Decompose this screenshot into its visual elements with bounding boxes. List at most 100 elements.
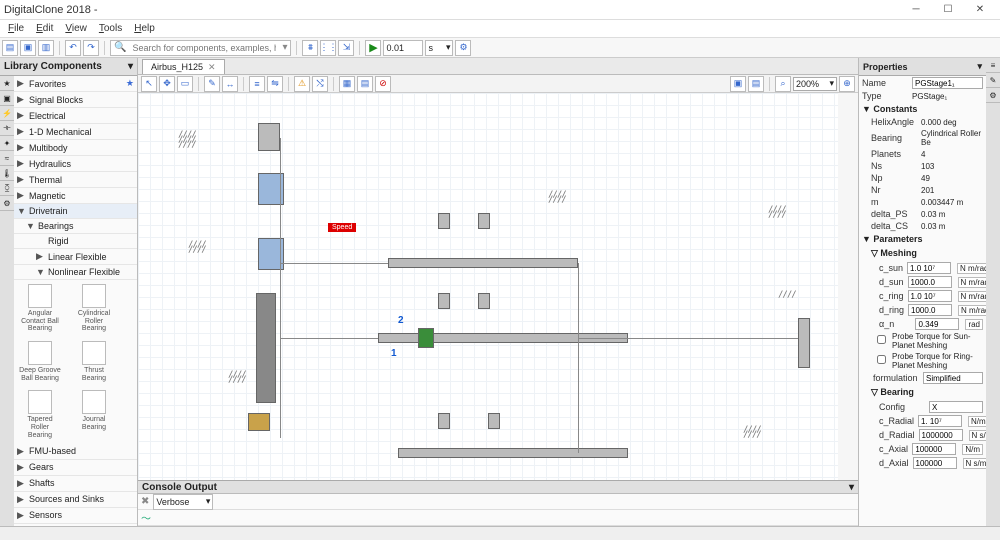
speed-tag[interactable]: Speed xyxy=(328,223,356,232)
open-button[interactable]: ▣ xyxy=(20,40,36,56)
fit-button[interactable]: ⌕ xyxy=(775,76,791,92)
formulation-input[interactable] xyxy=(923,372,983,384)
window-close-button[interactable]: ✕ xyxy=(964,1,996,19)
lib-cat-sources[interactable]: ▶Sources and Sinks xyxy=(14,492,137,508)
section-bearing[interactable]: ▽ Bearing xyxy=(859,385,986,400)
strip-elec-icon[interactable]: ⚡ xyxy=(0,106,14,121)
comp-angular-contact[interactable]: Angular Contact Ball Bearing xyxy=(18,284,62,333)
annotate-tool[interactable]: ✎ xyxy=(204,76,220,92)
menu-view[interactable]: View xyxy=(59,23,93,34)
section-meshing[interactable]: ▽ Meshing xyxy=(859,246,986,261)
pan-tool[interactable]: ✥ xyxy=(159,76,175,92)
lib-cat-multibody[interactable]: ▶Multibody xyxy=(14,140,137,156)
zoom-select[interactable]: 200%▾ xyxy=(793,77,837,91)
tab-airbus[interactable]: Airbus_H125 ✕ xyxy=(142,59,225,74)
cursor-tool[interactable]: ↖ xyxy=(141,76,157,92)
bearing-c_Axial-input[interactable] xyxy=(912,443,956,455)
section-constants[interactable]: ▼ Constants xyxy=(859,102,986,116)
shaft[interactable] xyxy=(256,293,276,403)
block[interactable] xyxy=(438,213,450,229)
bearing-c_Radial-input[interactable] xyxy=(918,415,962,427)
search-dropdown-icon[interactable]: ▾ xyxy=(279,42,290,53)
strip-other1-icon[interactable]: ✎ xyxy=(986,73,1000,88)
comp-cylindrical-roller[interactable]: Cylindrical Roller Bearing xyxy=(72,284,116,333)
lib-cat-electrical[interactable]: ▶Electrical xyxy=(14,108,137,124)
strip-magn-icon[interactable]: ⧲ xyxy=(0,181,14,196)
block[interactable] xyxy=(798,318,810,368)
search-input[interactable] xyxy=(129,41,279,55)
mesh-c_sun-input[interactable] xyxy=(907,262,951,274)
comp-journal[interactable]: Journal Bearing xyxy=(72,390,116,439)
menu-tools[interactable]: Tools xyxy=(93,23,128,34)
settings-button[interactable]: ⚙ xyxy=(455,40,471,56)
lib-cat-rigid[interactable]: Rigid xyxy=(14,234,137,249)
strip-other2-icon[interactable]: ⚙ xyxy=(986,88,1000,103)
view1-button[interactable]: ▣ xyxy=(730,76,746,92)
select-tool[interactable]: ▭ xyxy=(177,76,193,92)
prop-name-input[interactable] xyxy=(912,77,983,89)
sim-time-field[interactable]: 0.01 xyxy=(383,40,423,56)
block[interactable] xyxy=(478,213,490,229)
bearing-Config-input[interactable] xyxy=(929,401,983,413)
strip-properties-icon[interactable]: ≡ xyxy=(986,58,1000,73)
probe-ring-checkbox[interactable] xyxy=(877,355,886,364)
sim-unit-select[interactable]: s▾ xyxy=(425,40,453,56)
align-tool[interactable]: ≡ xyxy=(249,76,265,92)
menu-help[interactable]: Help xyxy=(128,23,161,34)
panel-menu-icon[interactable]: ▾ xyxy=(128,61,133,72)
section-parameters[interactable]: ▼ Parameters xyxy=(859,232,986,246)
lib-cat-thermal[interactable]: ▶Thermal xyxy=(14,172,137,188)
redo-button[interactable]: ↷ xyxy=(83,40,99,56)
strip-hydr-icon[interactable]: ≈ xyxy=(0,151,14,166)
strip-fav-icon[interactable]: ★ xyxy=(0,76,14,91)
window-minimize-button[interactable]: ─ xyxy=(900,1,932,19)
block[interactable] xyxy=(258,123,280,151)
strip-multi-icon[interactable]: ✦ xyxy=(0,136,14,151)
undo-button[interactable]: ↶ xyxy=(65,40,81,56)
search-field[interactable]: 🔍 ▾ xyxy=(110,40,291,56)
shaft[interactable] xyxy=(398,448,628,458)
comp-thrust[interactable]: Thrust Bearing xyxy=(72,341,116,382)
strip-therm-icon[interactable]: 🌡 xyxy=(0,166,14,181)
save-button[interactable]: ▥ xyxy=(38,40,54,56)
lib-cat-bearings[interactable]: ▼Bearings xyxy=(14,219,137,234)
lib-cat-drivetrain[interactable]: ▼Drivetrain xyxy=(14,204,137,219)
console-mode-select[interactable]: Verbose▾ xyxy=(153,494,213,510)
comp-tapered-roller[interactable]: Tapered Roller Bearing xyxy=(18,390,62,439)
mesh-c_ring-input[interactable] xyxy=(908,290,952,302)
disable-tool[interactable]: ⊘ xyxy=(375,76,391,92)
lib-cat-mech[interactable]: ▶1-D Mechanical xyxy=(14,124,137,140)
shaft[interactable] xyxy=(388,258,578,268)
lib-cat-nonlinflex[interactable]: ▼Nonlinear Flexible xyxy=(14,265,137,280)
strip-drive-icon[interactable]: ⚙ xyxy=(0,196,14,211)
close-tab-icon[interactable]: ✕ xyxy=(208,62,216,73)
lib-cat-gears[interactable]: ▶Gears xyxy=(14,460,137,476)
bearing-d_Radial-input[interactable] xyxy=(919,429,963,441)
new-button[interactable]: ▤ xyxy=(2,40,18,56)
strip-mech-icon[interactable]: ⟛ xyxy=(0,121,14,136)
block[interactable] xyxy=(438,413,450,429)
panel-menu-icon[interactable]: ▾ xyxy=(849,482,854,493)
layers-tool[interactable]: ▤ xyxy=(357,76,373,92)
mesh-α_n-input[interactable] xyxy=(915,318,959,330)
lib-cat-signal[interactable]: ▶Signal Blocks xyxy=(14,92,137,108)
export-button[interactable]: ⇲ xyxy=(338,40,354,56)
block[interactable] xyxy=(438,293,450,309)
menu-file[interactable]: File xyxy=(2,23,30,34)
panel-menu-icon[interactable]: ▾ xyxy=(977,61,982,72)
comp-deep-groove[interactable]: Deep Groove Ball Bearing xyxy=(18,341,62,382)
lib-cat-magnetic[interactable]: ▶Magnetic xyxy=(14,188,137,204)
block[interactable] xyxy=(418,328,434,348)
run-button[interactable]: ▶ xyxy=(365,40,381,56)
zoomin-button[interactable]: ⊕ xyxy=(839,76,855,92)
warn-tool[interactable]: ⚠ xyxy=(294,76,310,92)
lib-cat-sensors[interactable]: ▶Sensors xyxy=(14,508,137,524)
lib-cat-fmu[interactable]: ▶FMU-based xyxy=(14,444,137,460)
menu-edit[interactable]: Edit xyxy=(30,23,59,34)
model-canvas[interactable]: //////////// //////// //////// Speed Spe… xyxy=(138,93,838,480)
grid-tool[interactable]: ▦ xyxy=(339,76,355,92)
flip-tool[interactable]: ⇋ xyxy=(267,76,283,92)
shuffle-tool[interactable]: ⤭ xyxy=(312,76,328,92)
library-tree[interactable]: ▶Favorites★ ▶Signal Blocks ▶Electrical ▶… xyxy=(14,76,137,526)
lib-cat-favorites[interactable]: ▶Favorites★ xyxy=(14,76,137,92)
